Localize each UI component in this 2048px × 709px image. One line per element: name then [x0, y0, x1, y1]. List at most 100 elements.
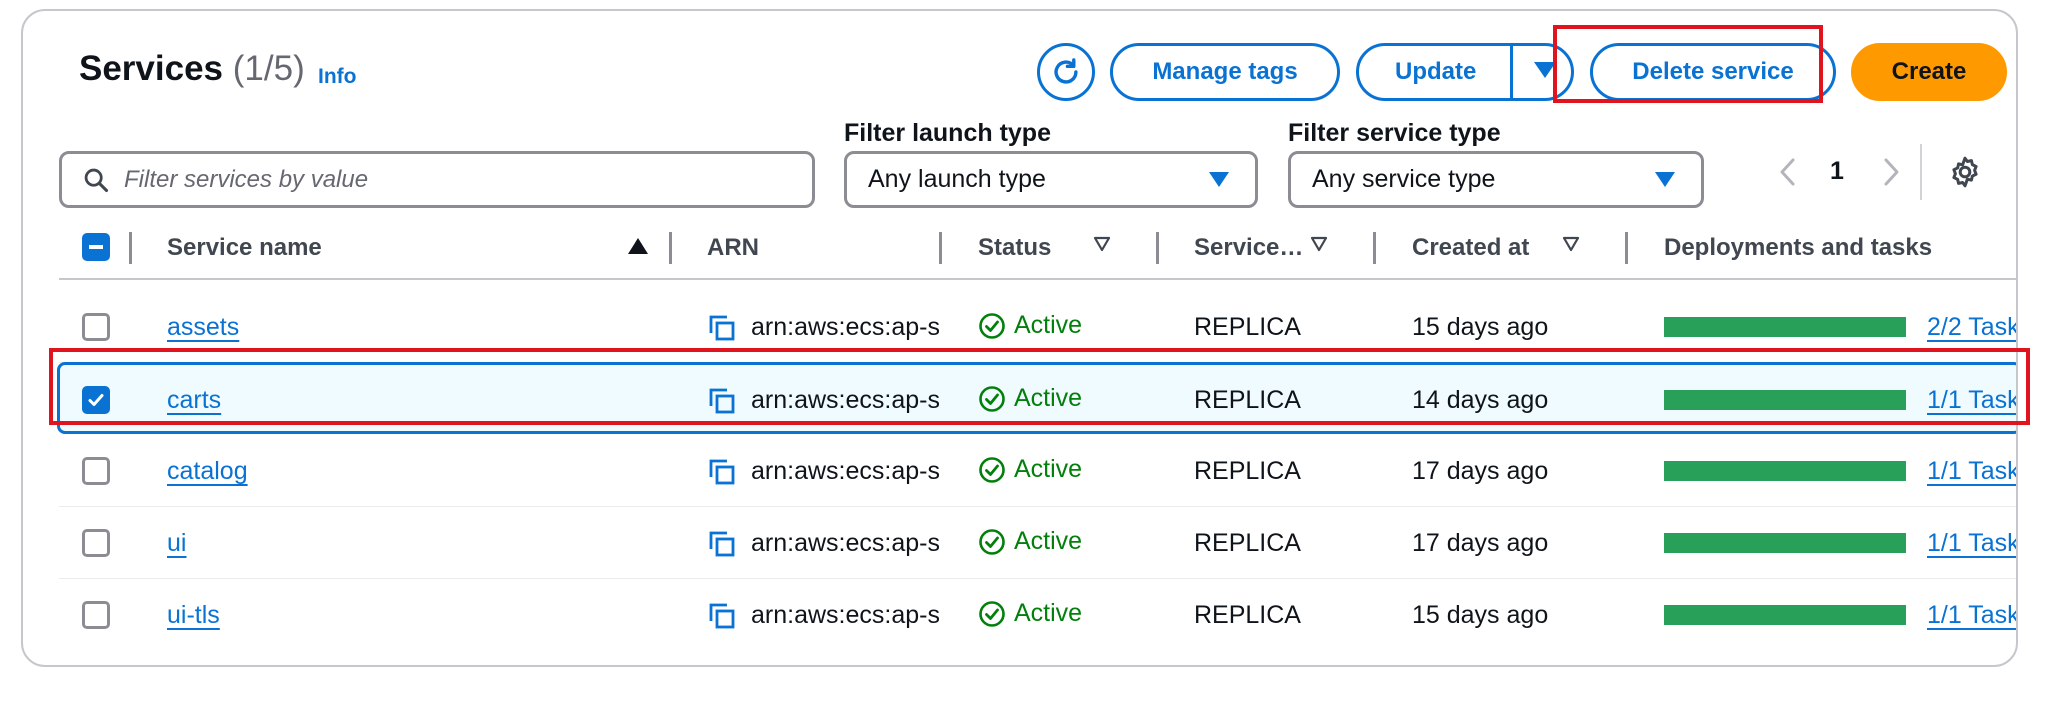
chevron-left-icon[interactable]: [1773, 154, 1803, 190]
manage-tags-button[interactable]: Manage tags: [1110, 43, 1340, 101]
split-divider: [1510, 46, 1513, 98]
arn-cell: arn:aws:ecs:ap-s: [707, 599, 939, 635]
column-header-arn[interactable]: ARN: [707, 234, 759, 262]
table-row[interactable]: carts arn:aws:ecs:ap-s Active REPLICA 14…: [57, 362, 2016, 434]
tasks-link[interactable]: 1/1 Tasks: [1927, 386, 2016, 415]
created-at-value: 15 days ago: [1412, 601, 1549, 629]
refresh-button[interactable]: [1037, 43, 1095, 101]
column-header-service-name[interactable]: Service name: [167, 234, 322, 262]
checkmark-icon: [88, 394, 104, 406]
copy-icon[interactable]: [707, 386, 737, 416]
service-type-value: REPLICA: [1194, 457, 1301, 485]
service-type-value: REPLICA: [1194, 601, 1301, 629]
info-link[interactable]: Info: [318, 65, 356, 89]
refresh-icon: [1054, 58, 1078, 84]
arn-value: arn:aws:ecs:ap-s: [751, 601, 939, 629]
column-header-status[interactable]: Status: [978, 234, 1051, 262]
status-text: Active: [1014, 527, 1083, 555]
caret-down-icon: [1209, 172, 1229, 187]
copy-icon[interactable]: [707, 457, 737, 487]
copy-icon[interactable]: [707, 601, 737, 631]
row-checkbox[interactable]: [82, 457, 110, 485]
deployment-progress-bar: [1664, 390, 1906, 410]
update-button-label: Update: [1395, 58, 1477, 85]
copy-icon[interactable]: [707, 529, 737, 559]
arn-value: arn:aws:ecs:ap-s: [751, 386, 939, 414]
tasks-link[interactable]: 1/1 Tasks: [1927, 601, 2016, 630]
sort-descending-icon[interactable]: [1093, 236, 1111, 252]
arn-cell: arn:aws:ecs:ap-s: [707, 384, 939, 420]
search-field[interactable]: [59, 151, 815, 208]
arn-value: arn:aws:ecs:ap-s: [751, 313, 939, 341]
page-number[interactable]: 1: [1830, 157, 1844, 186]
sort-descending-icon[interactable]: [1562, 236, 1580, 252]
service-type-select[interactable]: Any service type: [1288, 151, 1704, 208]
column-header-created-at[interactable]: Created at: [1412, 234, 1529, 262]
service-type-value: REPLICA: [1194, 386, 1301, 414]
status-badge: Active: [978, 527, 1082, 556]
sort-ascending-icon[interactable]: [628, 238, 648, 254]
row-checkbox[interactable]: [82, 601, 110, 629]
table-row[interactable]: ui arn:aws:ecs:ap-s Active REPLICA 17 da…: [59, 507, 2016, 579]
column-separator[interactable]: [1625, 232, 1628, 264]
arn-cell: arn:aws:ecs:ap-s: [707, 455, 939, 491]
selection-count: (1/5): [232, 49, 305, 88]
status-success-icon: [979, 528, 1005, 555]
arn-cell: arn:aws:ecs:ap-s: [707, 311, 939, 347]
status-badge: Active: [978, 384, 1082, 413]
service-name-link[interactable]: assets: [167, 313, 239, 342]
search-icon: [84, 168, 109, 192]
service-name-link[interactable]: ui-tls: [167, 601, 220, 630]
row-checkbox[interactable]: [82, 529, 110, 557]
pager-divider: [1920, 144, 1922, 200]
chevron-right-icon[interactable]: [1876, 154, 1906, 190]
launch-type-value: Any launch type: [868, 165, 1046, 193]
gear-icon[interactable]: [1947, 154, 1983, 190]
service-name-link[interactable]: ui: [167, 529, 186, 558]
row-checkbox[interactable]: [82, 386, 110, 414]
column-separator[interactable]: [1373, 232, 1376, 264]
select-all-checkbox[interactable]: [82, 233, 110, 261]
delete-service-button[interactable]: Delete service: [1590, 43, 1836, 101]
column-header-deployments[interactable]: Deployments and tasks: [1664, 234, 1932, 262]
update-button[interactable]: Update: [1356, 43, 1574, 101]
column-header-service-type[interactable]: Service…: [1194, 234, 1303, 262]
arn-cell: arn:aws:ecs:ap-s: [707, 527, 939, 563]
service-type-value: REPLICA: [1194, 529, 1301, 557]
sort-descending-icon[interactable]: [1310, 236, 1328, 252]
arn-value: arn:aws:ecs:ap-s: [751, 457, 939, 485]
launch-type-select[interactable]: Any launch type: [844, 151, 1258, 208]
status-success-icon: [979, 600, 1005, 627]
created-at-value: 17 days ago: [1412, 529, 1549, 557]
table-row[interactable]: ui-tls arn:aws:ecs:ap-s Active REPLICA 1…: [59, 579, 2016, 651]
services-panel: Services (1/5) Info Manage tags Update D…: [21, 9, 2018, 667]
service-name-link[interactable]: carts: [167, 386, 221, 415]
row-checkbox[interactable]: [82, 313, 110, 341]
table-header: Service name ARN Status Service… Created…: [59, 222, 2016, 280]
deployment-progress-bar: [1664, 317, 1906, 337]
service-name-link[interactable]: catalog: [167, 457, 248, 486]
table-row[interactable]: assets arn:aws:ecs:ap-s Active REPLICA 1…: [59, 291, 2016, 363]
column-separator[interactable]: [939, 232, 942, 264]
search-input[interactable]: [124, 165, 784, 194]
status-badge: Active: [978, 599, 1082, 628]
create-button[interactable]: Create: [1851, 43, 2007, 101]
tasks-link[interactable]: 2/2 Tasks: [1927, 313, 2016, 342]
deployment-progress-bar: [1664, 461, 1906, 481]
caret-down-icon: [1655, 172, 1675, 187]
status-text: Active: [1014, 384, 1083, 412]
deployment-progress-bar: [1664, 605, 1906, 625]
tasks-link[interactable]: 1/1 Tasks: [1927, 529, 2016, 558]
status-success-icon: [979, 456, 1005, 483]
created-at-value: 15 days ago: [1412, 313, 1549, 341]
title-text: Services: [79, 49, 224, 88]
table-row[interactable]: catalog arn:aws:ecs:ap-s Active REPLICA …: [59, 435, 2016, 507]
deployment-progress-bar: [1664, 533, 1906, 553]
copy-icon[interactable]: [707, 313, 737, 343]
tasks-link[interactable]: 1/1 Tasks: [1927, 457, 2016, 486]
column-separator[interactable]: [669, 232, 672, 264]
status-text: Active: [1014, 599, 1083, 627]
chevron-down-icon[interactable]: [1534, 62, 1556, 78]
column-separator[interactable]: [1156, 232, 1159, 264]
status-text: Active: [1014, 311, 1083, 339]
